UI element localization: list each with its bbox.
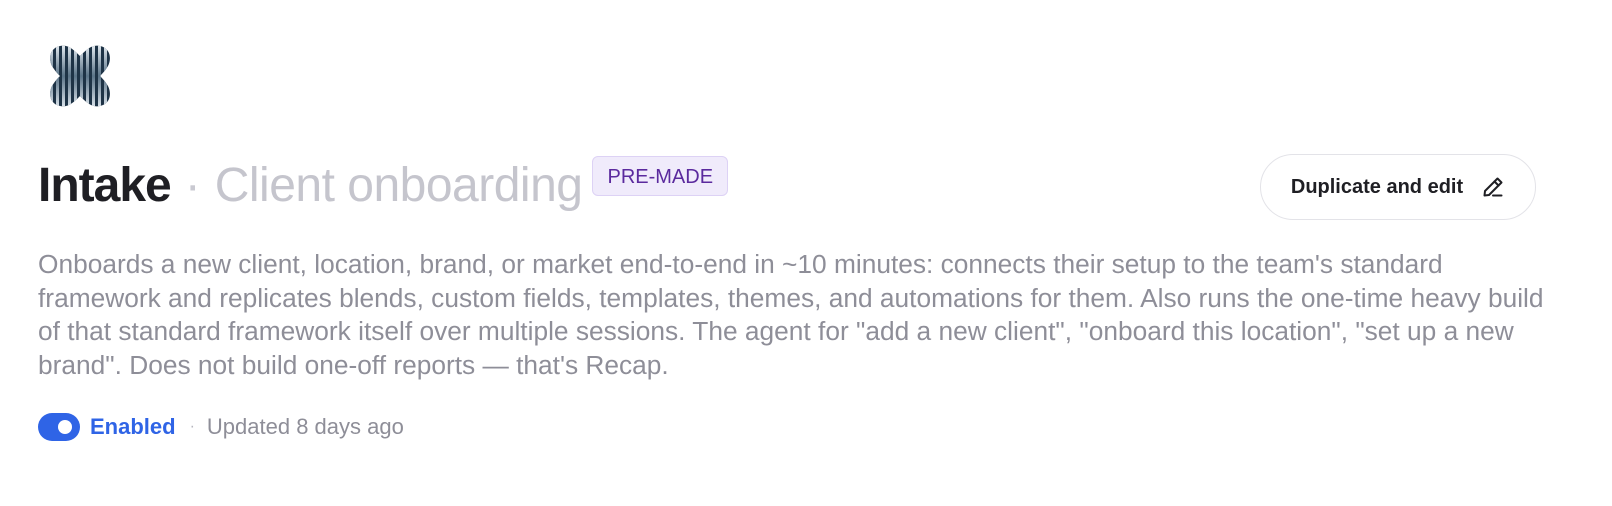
status-separator: · [189,418,195,435]
enabled-toggle[interactable] [38,413,80,441]
page-title: Intake [38,159,172,212]
agent-description: Onboards a new client, location, brand, … [38,249,1544,381]
updated-timestamp: Updated 8 days ago [206,414,404,439]
toggle-knob [58,420,72,434]
title-separator: · [184,159,201,212]
page-subtitle: Client onboarding [214,159,583,212]
agent-logo-icon [48,44,112,108]
title-row: Intake · Client onboarding PRE-MADE [38,152,729,220]
status-row: Enabled · Updated 8 days ago [38,410,404,444]
pre-made-badge: PRE-MADE [592,156,729,196]
duplicate-and-edit-label: Duplicate and edit [1290,175,1464,198]
enabled-label: Enabled [90,414,176,439]
pencil-icon [1481,175,1505,199]
duplicate-and-edit-button[interactable]: Duplicate and edit [1260,154,1536,220]
agent-detail-header: Intake · Client onboarding PRE-MADE Dupl… [0,0,1612,506]
